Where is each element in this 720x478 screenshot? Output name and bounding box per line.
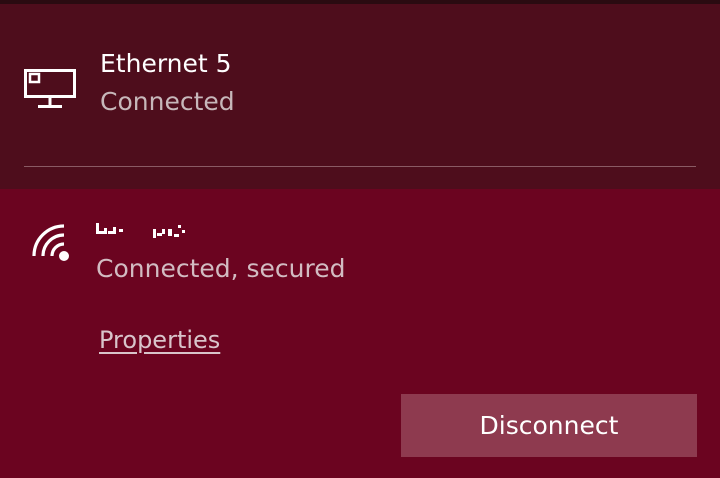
ethernet-network-item[interactable]: Ethernet 5 Connected bbox=[0, 4, 720, 189]
divider bbox=[24, 166, 696, 167]
ethernet-name: Ethernet 5 bbox=[100, 49, 232, 78]
ethernet-icon bbox=[24, 64, 78, 110]
disconnect-button[interactable]: Disconnect bbox=[401, 394, 697, 457]
ethernet-status: Connected bbox=[100, 87, 235, 116]
wifi-network-item[interactable]: Connected, secured Properties Disconnect bbox=[0, 189, 720, 478]
wifi-status: Connected, secured bbox=[96, 254, 346, 283]
wifi-name-redacted bbox=[96, 219, 206, 243]
properties-link[interactable]: Properties bbox=[99, 325, 220, 355]
wifi-icon bbox=[28, 220, 74, 266]
